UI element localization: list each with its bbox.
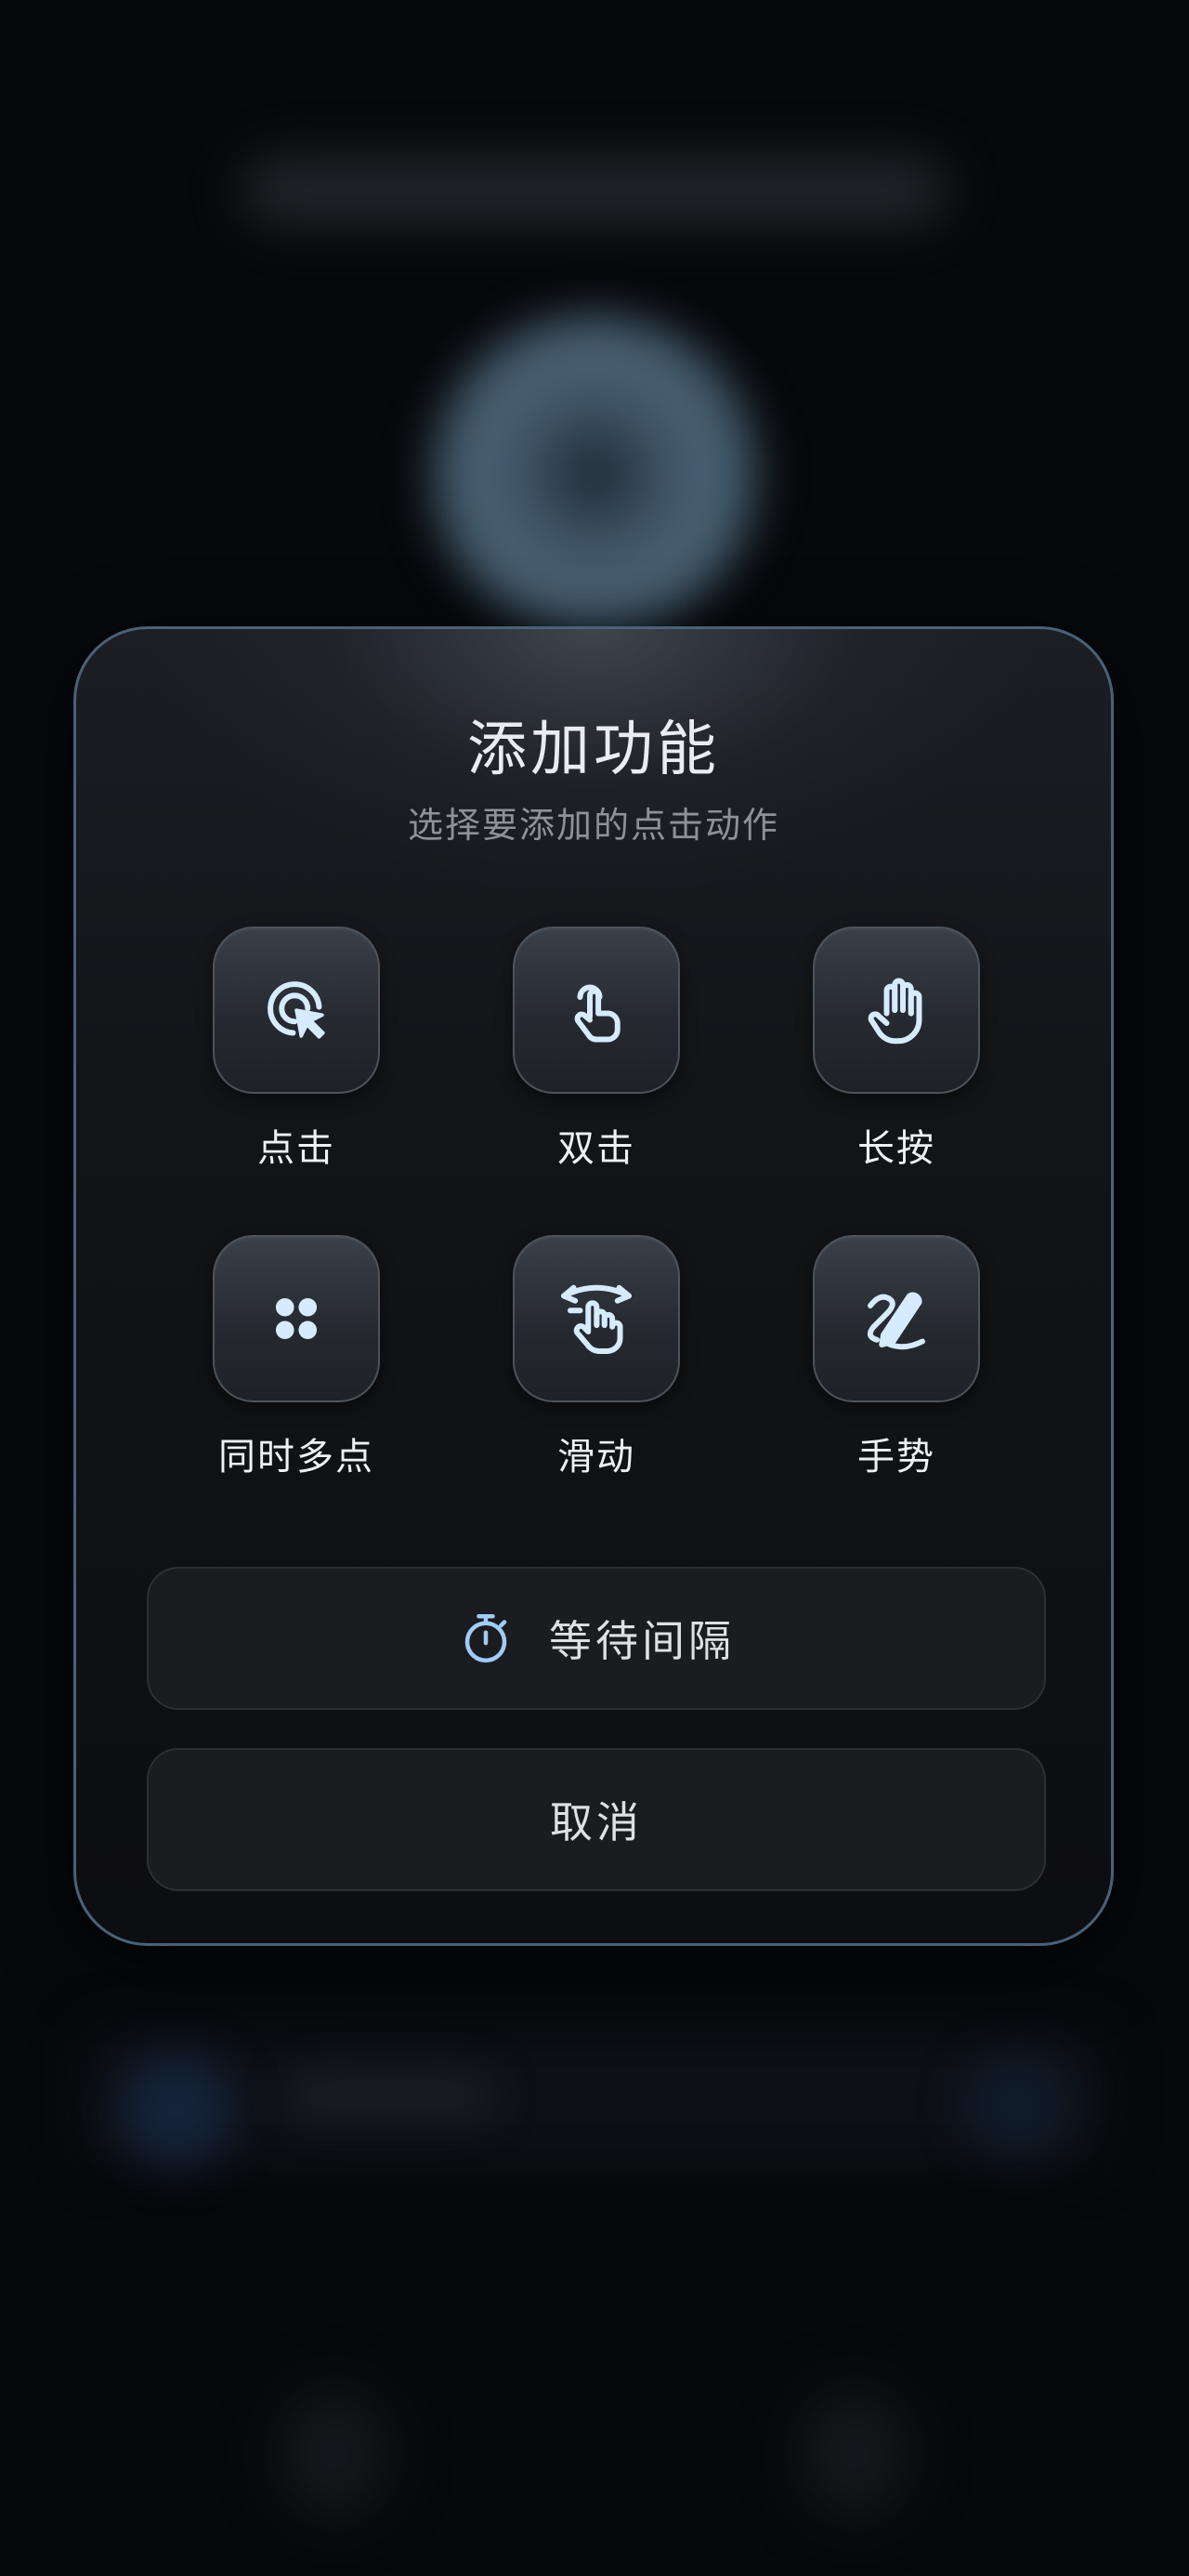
wait-interval-button[interactable]: 等待间隔	[147, 1567, 1046, 1710]
tap-cursor-icon	[268, 981, 325, 1039]
timer-icon	[464, 1614, 507, 1663]
action-multi-point-button[interactable]	[213, 1235, 380, 1402]
action-double-tap[interactable]: 双击	[513, 927, 680, 1170]
action-swipe[interactable]: 滑动	[513, 1235, 680, 1479]
blurred-footer-item-left	[279, 2388, 390, 2518]
action-swipe-button[interactable]	[513, 1235, 680, 1402]
blurred-row-icon	[121, 2054, 232, 2165]
action-long-press-label: 长按	[857, 1127, 935, 1170]
wait-interval-label: 等待间隔	[549, 1616, 735, 1666]
action-tap-button[interactable]	[213, 927, 380, 1094]
blurred-row-toggle	[966, 2054, 1068, 2156]
blurred-center-orb	[418, 307, 771, 641]
blurred-header-bar	[242, 158, 947, 223]
gesture-pen-icon	[867, 1292, 925, 1350]
blurred-list-row	[84, 2026, 1105, 2165]
screen: 添加功能 选择要添加的点击动作 点击 双击 长按 同时多点 滑动 手势 等待间隔…	[0, 0, 1189, 2576]
double-tap-icon	[574, 984, 621, 1043]
action-gesture[interactable]: 手势	[813, 1235, 980, 1479]
swipe-icon	[561, 1284, 632, 1354]
action-swipe-label: 滑动	[557, 1436, 635, 1479]
action-double-tap-button[interactable]	[513, 927, 680, 1094]
action-multi-point[interactable]: 同时多点	[213, 1235, 380, 1479]
add-function-dialog: 添加功能 选择要添加的点击动作 点击 双击 长按 同时多点 滑动 手势 等待间隔…	[73, 626, 1114, 1946]
dialog-subtitle: 选择要添加的点击动作	[407, 805, 779, 846]
hand-icon	[868, 978, 922, 1045]
action-tap-label: 点击	[257, 1127, 335, 1170]
multi-dot-icon	[275, 1297, 318, 1340]
action-gesture-label: 手势	[857, 1436, 935, 1479]
action-long-press[interactable]: 长按	[813, 927, 980, 1170]
action-multi-point-label: 同时多点	[218, 1436, 374, 1479]
action-tap[interactable]: 点击	[213, 927, 380, 1170]
dialog-title: 添加功能	[467, 716, 720, 784]
action-double-tap-label: 双击	[557, 1127, 635, 1170]
action-gesture-button[interactable]	[813, 1235, 980, 1402]
cancel-label: 取消	[550, 1797, 643, 1847]
cancel-button[interactable]: 取消	[147, 1748, 1046, 1891]
blurred-footer-item-right	[799, 2388, 910, 2518]
blurred-row-text	[288, 2072, 492, 2119]
action-long-press-button[interactable]	[813, 927, 980, 1094]
